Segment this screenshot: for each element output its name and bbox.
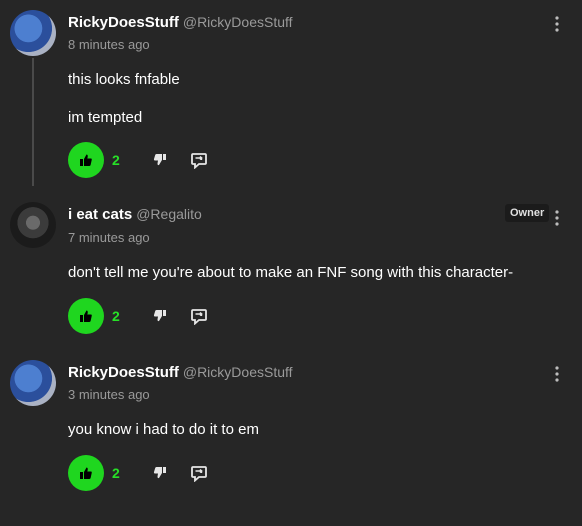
thumbs-up-icon — [80, 154, 92, 166]
comment-author[interactable]: RickyDoesStuff @RickyDoesStuff — [68, 364, 293, 381]
more-vertical-icon[interactable] — [552, 365, 562, 383]
comment-text: you know i had to do it to em — [68, 421, 259, 438]
like-count: 2 — [112, 308, 120, 324]
comment-time: 3 minutes ago — [68, 387, 150, 402]
comment-time: 7 minutes ago — [68, 230, 150, 245]
avatar[interactable] — [10, 10, 56, 56]
comment-text: don't tell me you're about to make an FN… — [68, 264, 514, 281]
like-button[interactable] — [68, 455, 104, 491]
reply-icon[interactable] — [190, 307, 208, 325]
author-name[interactable]: RickyDoesStuff — [68, 14, 179, 31]
avatar[interactable] — [10, 360, 56, 406]
comment-text: im tempted — [68, 109, 143, 126]
thumbs-down-icon[interactable] — [150, 307, 168, 325]
thumbs-down-icon[interactable] — [150, 464, 168, 482]
comment: i eat cats @Regalito Owner 7 minutes ago … — [0, 190, 582, 350]
more-vertical-icon[interactable] — [552, 209, 562, 227]
author-name[interactable]: i eat cats — [68, 206, 132, 223]
like-count: 2 — [112, 465, 120, 481]
thumbs-up-icon — [80, 467, 92, 479]
like-count: 2 — [112, 152, 120, 168]
author-handle[interactable]: @RickyDoesStuff — [183, 14, 293, 30]
owner-badge: Owner — [505, 204, 550, 222]
comment-author[interactable]: i eat cats @Regalito — [68, 206, 202, 223]
author-handle[interactable]: @RickyDoesStuff — [183, 364, 293, 380]
comment: RickyDoesStuff @RickyDoesStuff 8 minutes … — [0, 0, 582, 190]
comment-author[interactable]: RickyDoesStuff @RickyDoesStuff — [68, 14, 293, 31]
reply-icon[interactable] — [190, 464, 208, 482]
thumbs-up-icon — [80, 310, 92, 322]
author-handle[interactable]: @Regalito — [136, 206, 202, 222]
comment: RickyDoesStuff @RickyDoesStuff 3 minutes … — [0, 350, 582, 526]
avatar[interactable] — [10, 202, 56, 248]
reply-icon[interactable] — [190, 151, 208, 169]
like-button[interactable] — [68, 298, 104, 334]
thread-line — [32, 58, 34, 186]
comment-time: 8 minutes ago — [68, 37, 150, 52]
like-button[interactable] — [68, 142, 104, 178]
thumbs-down-icon[interactable] — [150, 151, 168, 169]
author-name[interactable]: RickyDoesStuff — [68, 364, 179, 381]
comment-text: this looks fnfable — [68, 71, 180, 88]
more-vertical-icon[interactable] — [552, 15, 562, 33]
